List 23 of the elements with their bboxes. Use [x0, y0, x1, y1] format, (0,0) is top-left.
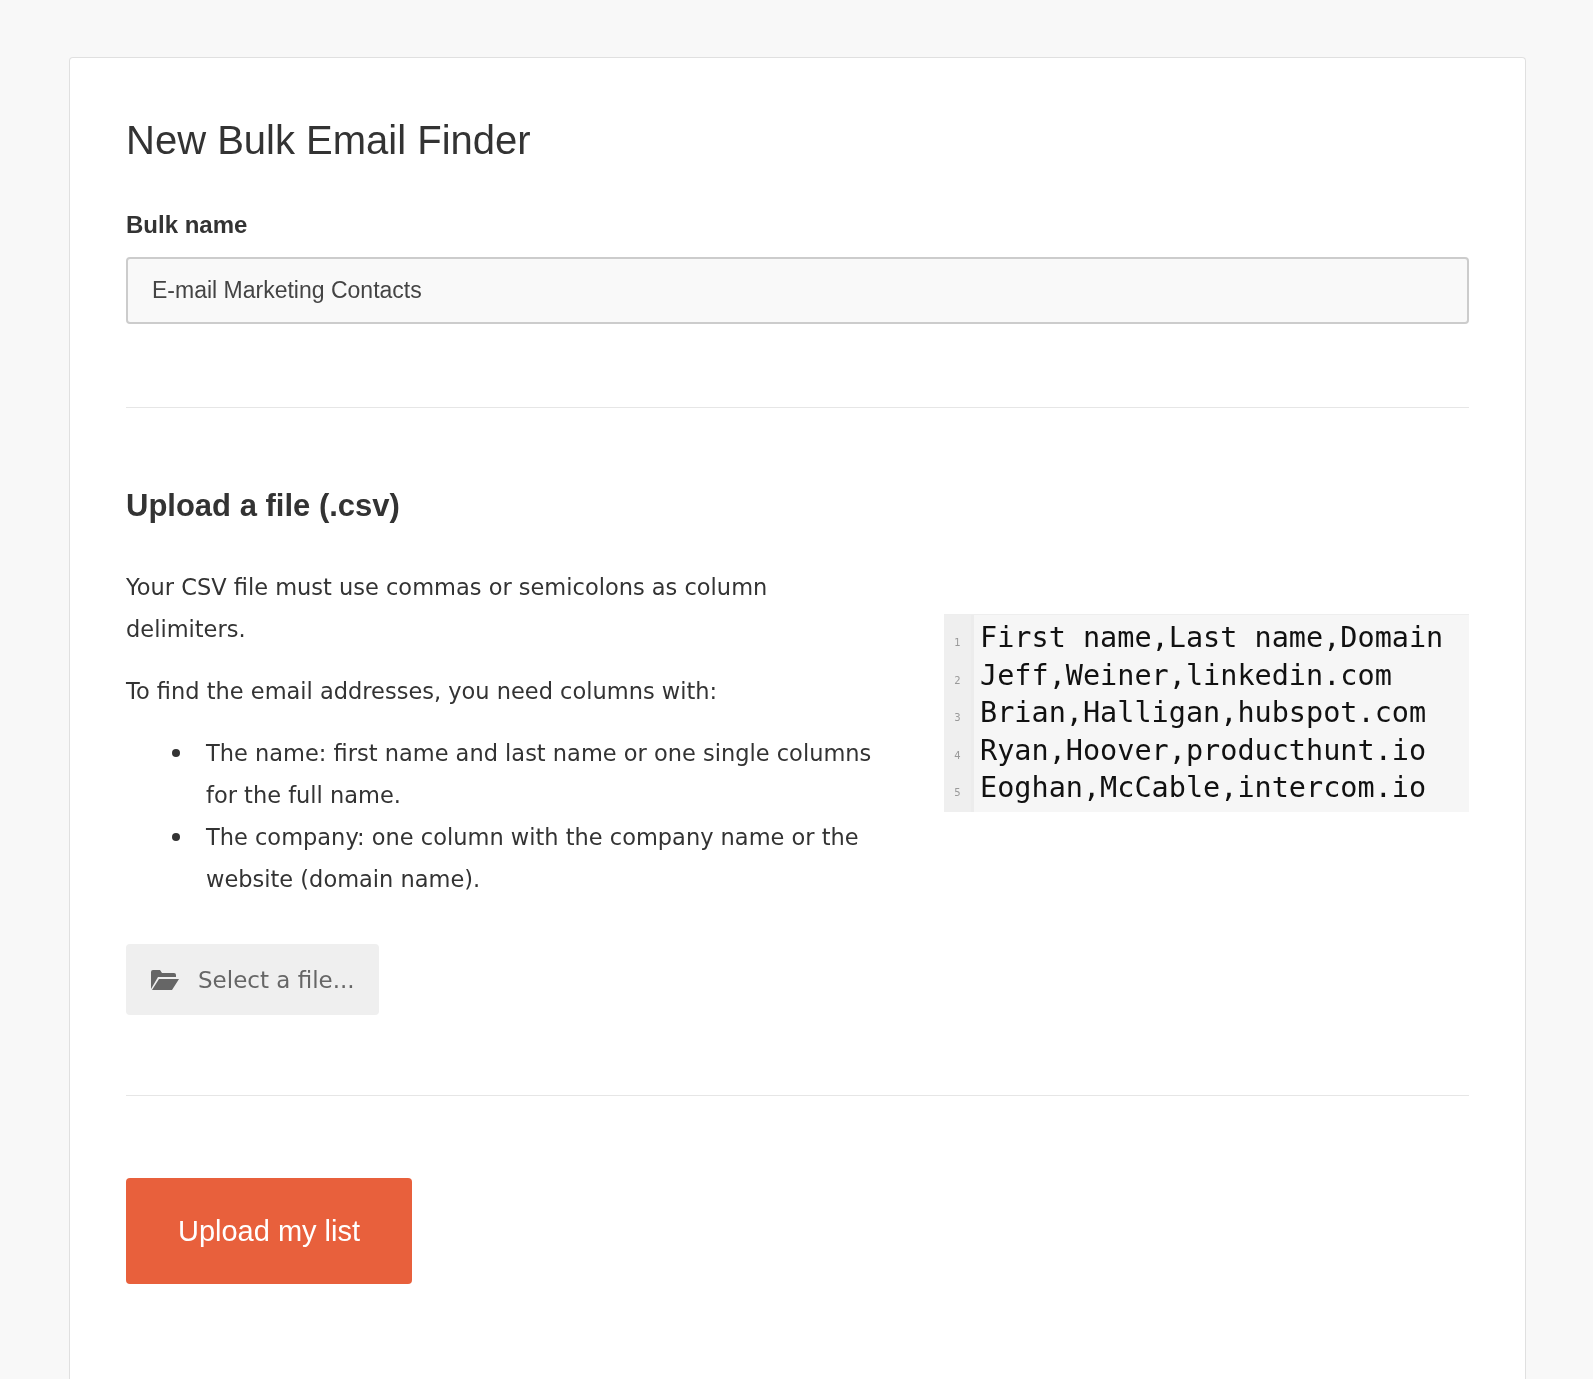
- code-line: Brian,Halligan,hubspot.com: [980, 695, 1428, 731]
- field-label: Bulk name: [126, 211, 249, 239]
- list-item-text: The name: first name and last name or one single columns for the full name.: [206, 739, 873, 810]
- code-line: Eoghan,McCable,intercom.io: [980, 770, 1428, 806]
- line-number: 5: [953, 786, 962, 800]
- bullet-icon: [172, 749, 180, 757]
- paragraph: To find the email addresses, you need columns with:: [126, 677, 719, 706]
- name-input-field[interactable]: E-mail Marketing Contacts: [126, 257, 1469, 324]
- bullet-icon: [172, 833, 180, 841]
- select-file-button[interactable]: Select a file...: [126, 944, 379, 1015]
- line-number: 2: [953, 673, 962, 688]
- code-line: Jeff,Weiner,linkedin.com: [980, 657, 1393, 694]
- paragraph: Your CSV file must use commas or semicolons as column delimiters.: [126, 573, 769, 644]
- line-number: 3: [953, 711, 962, 725]
- code-line: First name,Last name,Domain: [980, 620, 1444, 656]
- code-line: Ryan,Hoover,producthunt.io: [980, 732, 1428, 769]
- line-number: 4: [953, 748, 962, 763]
- line-number: 1: [953, 636, 962, 650]
- upload-button[interactable]: Upload my list: [126, 1178, 412, 1284]
- list-item-text: The company: one column with the company name or the website (domain name).: [206, 823, 860, 894]
- page-title: New Bulk Email Finder: [126, 118, 532, 163]
- section-heading: Upload a file (.csv): [126, 488, 401, 524]
- folder-icon: [150, 968, 180, 991]
